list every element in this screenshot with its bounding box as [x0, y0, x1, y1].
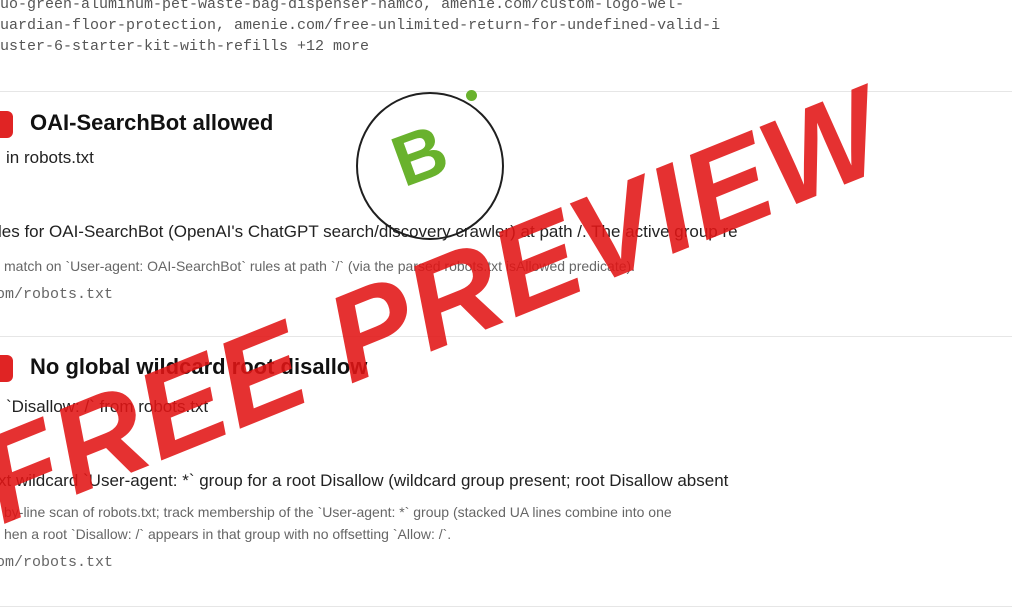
check-detail: xt wildcard `User-agent: *` group for a … — [0, 471, 729, 490]
grade-ring-dot — [466, 90, 477, 101]
check-method: hen a root `Disallow: /` appears in that… — [4, 526, 452, 542]
check-title: No global wildcard root disallow — [30, 354, 368, 379]
divider — [0, 336, 1012, 337]
check-method: by-line scan of robots.txt; track member… — [4, 504, 672, 520]
affected-urls-list: uo-green-aluminum-pet-waste-bag-dispense… — [0, 0, 1012, 57]
affected-urls-more: uster-6-starter-kit-with-refills +12 mor… — [0, 38, 370, 55]
check-wildcard-root-disallow: No global wildcard root disallow `Disall… — [0, 352, 1012, 582]
divider — [0, 606, 1012, 607]
check-source-url[interactable]: om/robots.txt — [0, 554, 113, 571]
fail-badge-icon — [0, 355, 13, 382]
check-oai-searchbot: OAI-SearchBot allowed in robots.txt les … — [0, 108, 1012, 308]
check-detail: les for OAI-SearchBot (OpenAI's ChatGPT … — [0, 222, 738, 241]
check-title: OAI-SearchBot allowed — [30, 110, 274, 135]
check-method: match on `User-agent: OAI-SearchBot` rul… — [4, 258, 636, 274]
affected-urls-line: uardian-floor-protection, amenie.com/fre… — [0, 17, 721, 34]
check-header: No global wildcard root disallow — [0, 352, 1012, 386]
divider — [0, 91, 1012, 92]
check-subtitle: in robots.txt — [6, 148, 94, 167]
check-subtitle: `Disallow: /` from robots.txt — [6, 397, 209, 416]
check-header: OAI-SearchBot allowed — [0, 108, 1012, 142]
affected-urls-line: uo-green-aluminum-pet-waste-bag-dispense… — [0, 0, 685, 13]
fail-badge-icon — [0, 111, 13, 138]
check-source-url[interactable]: om/robots.txt — [0, 286, 113, 303]
